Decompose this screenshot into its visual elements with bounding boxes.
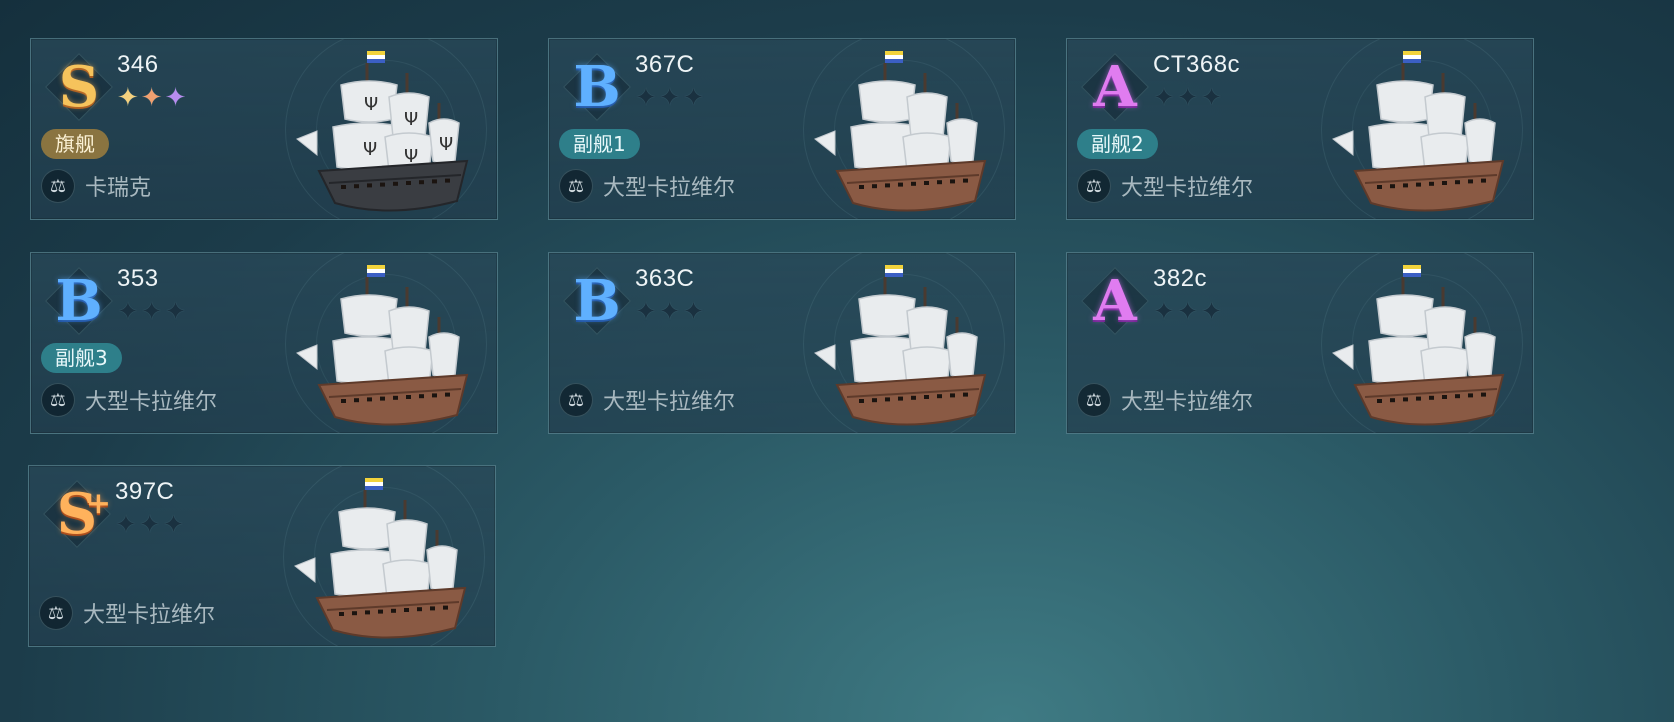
ship-image-dark: ΨΨΨΨΨ xyxy=(296,51,469,212)
ship-code: 367C xyxy=(635,51,695,78)
role-badge: 副舰1 xyxy=(559,129,640,159)
grade-letter: B xyxy=(55,268,103,334)
ship-card[interactable]: B 367C ✦ ✦ ✦ 副舰1 ⚖ 大型卡拉维尔 xyxy=(548,38,1016,220)
star-rating: ✦ ✦ ✦ xyxy=(117,85,186,111)
ship-card[interactable]: A 382c ✦ ✦ ✦ ⚖ 大型卡拉维尔 xyxy=(1066,252,1534,434)
star-icon: ✦ xyxy=(1153,297,1175,327)
scales-icon: ⚖ xyxy=(41,383,75,417)
star-icon: ✦ xyxy=(658,297,681,327)
star-icon: ✦ xyxy=(115,510,137,540)
ship-image-caravel xyxy=(814,265,987,426)
star-icon: ✦ xyxy=(635,83,657,113)
ship-image-caravel xyxy=(294,478,467,639)
ship-image-caravel xyxy=(296,265,469,426)
ship-card[interactable]: B 353 ✦ ✦ ✦ 副舰3 ⚖ 大型卡拉维尔 xyxy=(30,252,498,434)
star-icon: ✦ xyxy=(140,297,163,327)
ship-image-caravel xyxy=(814,51,987,212)
ship-type: 大型卡拉维尔 xyxy=(603,390,736,415)
scales-icon: ⚖ xyxy=(1077,383,1111,417)
grade-letter: A xyxy=(1093,268,1137,334)
star-icon: ✦ xyxy=(117,83,139,113)
ship-card[interactable]: S + 397C ✦ ✦ ✦ ⚖ 大型卡拉维尔 xyxy=(28,465,496,647)
ship-type: 大型卡拉维尔 xyxy=(1121,390,1254,415)
star-icon: ✦ xyxy=(1153,83,1175,113)
ship-code: 397C xyxy=(115,478,175,505)
grade-badge: S + xyxy=(41,478,113,550)
svg-text:Ψ: Ψ xyxy=(439,134,453,155)
ship-image-caravel xyxy=(1332,265,1505,426)
ship-type: 大型卡拉维尔 xyxy=(603,176,736,201)
ship-code: 353 xyxy=(117,265,159,292)
svg-text:Ψ: Ψ xyxy=(364,94,378,115)
role-badge: 副舰3 xyxy=(41,343,122,373)
star-icon: ✦ xyxy=(1200,83,1223,113)
scales-icon: ⚖ xyxy=(41,169,75,203)
star-icon: ✦ xyxy=(1176,297,1199,327)
grade-badge: B xyxy=(561,51,633,123)
svg-text:Ψ: Ψ xyxy=(363,139,377,160)
ship-image-caravel xyxy=(1332,51,1505,212)
ship-type: 大型卡拉维尔 xyxy=(85,390,218,415)
star-icon: ✦ xyxy=(164,297,187,327)
ship-code: 346 xyxy=(117,51,159,78)
ship-type: 卡瑞克 xyxy=(85,176,152,201)
role-badge: 副舰2 xyxy=(1077,129,1158,159)
star-icon: ✦ xyxy=(658,83,681,113)
grade-badge: B xyxy=(43,265,115,337)
grade-letter: B xyxy=(573,268,621,334)
grade-letter: B xyxy=(573,54,621,120)
grade-letter: S xyxy=(58,54,100,120)
grade-badge: S xyxy=(43,51,115,123)
grade-badge: B xyxy=(561,265,633,337)
star-icon: ✦ xyxy=(162,510,185,540)
ship-code: 363C xyxy=(635,265,695,292)
grade-letter: A xyxy=(1093,54,1137,120)
scales-icon: ⚖ xyxy=(559,169,593,203)
star-rating: ✦ ✦ ✦ xyxy=(115,512,184,538)
star-rating: ✦ ✦ ✦ xyxy=(635,85,704,111)
star-icon: ✦ xyxy=(138,510,161,540)
ship-type: 大型卡拉维尔 xyxy=(83,603,216,628)
ship-code: 382c xyxy=(1153,265,1208,292)
scales-icon: ⚖ xyxy=(559,383,593,417)
star-rating: ✦ ✦ ✦ xyxy=(117,299,186,325)
svg-text:Ψ: Ψ xyxy=(404,109,418,130)
star-icon: ✦ xyxy=(635,297,657,327)
star-icon: ✦ xyxy=(164,83,187,113)
star-icon: ✦ xyxy=(682,83,705,113)
star-icon: ✦ xyxy=(117,297,139,327)
grade-badge: A xyxy=(1079,265,1151,337)
scales-icon: ⚖ xyxy=(1077,169,1111,203)
grade-plus: + xyxy=(85,486,111,521)
ship-type: 大型卡拉维尔 xyxy=(1121,176,1254,201)
scales-icon: ⚖ xyxy=(39,596,73,630)
star-icon: ✦ xyxy=(140,83,163,113)
star-rating: ✦ ✦ ✦ xyxy=(635,299,704,325)
star-icon: ✦ xyxy=(1200,297,1223,327)
ship-code: CT368c xyxy=(1153,51,1241,78)
ship-card[interactable]: B 363C ✦ ✦ ✦ ⚖ 大型卡拉维尔 xyxy=(548,252,1016,434)
star-rating: ✦ ✦ ✦ xyxy=(1153,85,1222,111)
star-rating: ✦ ✦ ✦ xyxy=(1153,299,1222,325)
ship-card[interactable]: S 346 ✦ ✦ ✦ 旗舰 ⚖ 卡瑞克 ΨΨΨΨΨ xyxy=(30,38,498,220)
grade-badge: A xyxy=(1079,51,1151,123)
ship-card[interactable]: A CT368c ✦ ✦ ✦ 副舰2 ⚖ 大型卡拉维尔 xyxy=(1066,38,1534,220)
role-badge: 旗舰 xyxy=(41,129,109,159)
star-icon: ✦ xyxy=(682,297,705,327)
star-icon: ✦ xyxy=(1176,83,1199,113)
